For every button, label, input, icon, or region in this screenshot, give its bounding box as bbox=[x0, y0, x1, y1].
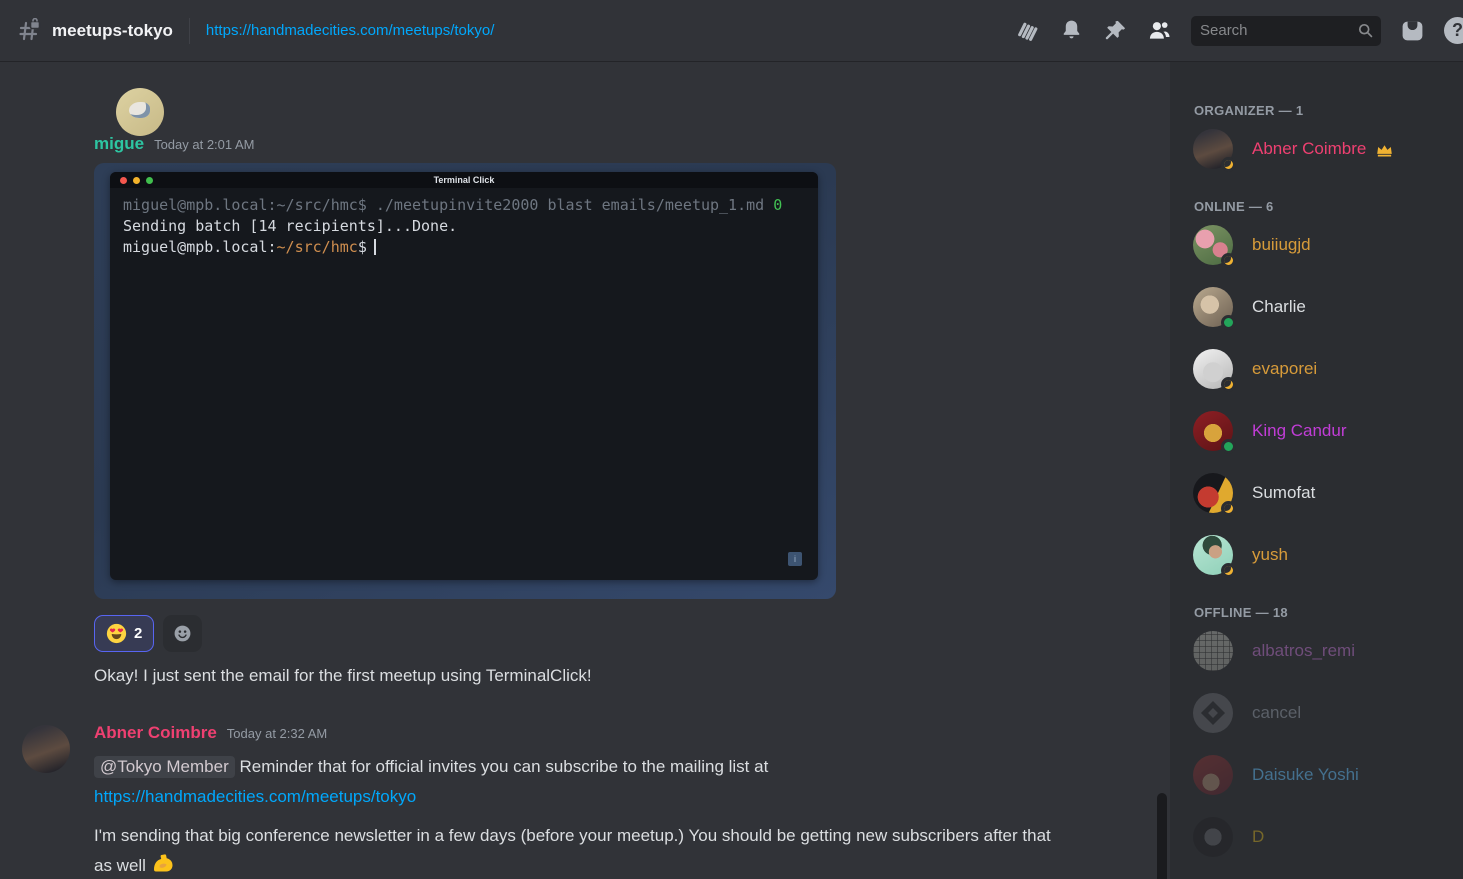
status-idle-icon bbox=[1221, 377, 1236, 392]
avatar bbox=[1193, 693, 1233, 733]
terminal-screenshot-attachment[interactable]: Terminal Click miguel@mpb.local:~/src/hm… bbox=[94, 163, 836, 599]
members-icon[interactable] bbox=[1147, 18, 1172, 43]
reactions-row: 2 bbox=[94, 615, 1170, 652]
author-name[interactable]: migue bbox=[94, 134, 144, 154]
status-idle-icon bbox=[1221, 563, 1236, 578]
add-reaction-smiley-icon bbox=[173, 624, 192, 643]
status-online-icon bbox=[1221, 315, 1236, 330]
chat-scrollbar-thumb[interactable] bbox=[1157, 793, 1167, 879]
section-online: ONLINE — 6 bbox=[1194, 199, 1455, 214]
member-row-daisuke-yoshi[interactable]: Daisuke Yoshi bbox=[1193, 753, 1455, 797]
avatar-abner-coimbre[interactable] bbox=[22, 725, 70, 773]
message-timestamp: Today at 2:32 AM bbox=[227, 726, 327, 741]
topbar-actions: Search ? bbox=[1015, 16, 1463, 46]
chat-messages-area: migue Today at 2:01 AM Terminal Click mi… bbox=[0, 62, 1170, 879]
channel-name: meetups-tokyo bbox=[52, 21, 173, 41]
flexed-biceps-emoji bbox=[151, 852, 175, 876]
terminal-line-1: miguel@mpb.local:~/src/hmc$ ./meetupinvi… bbox=[123, 196, 773, 214]
message-timestamp: Today at 2:01 AM bbox=[154, 137, 254, 152]
avatar bbox=[1193, 755, 1233, 795]
section-organizer: ORGANIZER — 1 bbox=[1194, 103, 1455, 118]
bell-icon[interactable] bbox=[1059, 18, 1084, 43]
inbox-icon[interactable] bbox=[1400, 18, 1425, 43]
message-line-2: I'm sending that big conference newslett… bbox=[94, 821, 1069, 879]
terminal-output: miguel@mpb.local:~/src/hmc$ ./meetupinvi… bbox=[110, 188, 818, 265]
hash-lock-icon bbox=[16, 18, 42, 44]
terminal-window: Terminal Click miguel@mpb.local:~/src/hm… bbox=[110, 172, 818, 580]
search-icon bbox=[1357, 22, 1374, 39]
topbar-divider bbox=[189, 18, 190, 44]
member-row-buiiugjd[interactable]: buiiugjd bbox=[1193, 223, 1455, 267]
terminal-resize-chip: i bbox=[788, 552, 802, 566]
member-row-sumofat[interactable]: Sumofat bbox=[1193, 471, 1455, 515]
message-migue: migue Today at 2:01 AM Terminal Click mi… bbox=[0, 86, 1170, 691]
add-reaction-button[interactable] bbox=[163, 615, 202, 652]
member-row-king-candur[interactable]: King Candur bbox=[1193, 409, 1455, 453]
member-row-albatros-remi[interactable]: albatros_remi bbox=[1193, 629, 1455, 673]
message-line-1: @Tokyo Member Reminder that for official… bbox=[94, 752, 1069, 812]
author-name[interactable]: Abner Coimbre bbox=[94, 723, 217, 743]
role-mention[interactable]: @Tokyo Member bbox=[94, 756, 235, 778]
member-row-yush[interactable]: yush bbox=[1193, 533, 1455, 577]
heart-eyes-emoji bbox=[106, 623, 127, 644]
channel-topic-link[interactable]: https://handmadecities.com/meetups/tokyo… bbox=[206, 22, 1003, 39]
terminal-exit-code: 0 bbox=[773, 196, 782, 214]
member-row-charlie[interactable]: Charlie bbox=[1193, 285, 1455, 329]
terminal-cursor bbox=[374, 239, 376, 255]
message-abner: Abner Coimbre Today at 2:32 AM @Tokyo Me… bbox=[0, 723, 1170, 879]
message-link[interactable]: https://handmadecities.com/meetups/tokyo bbox=[94, 787, 416, 806]
reaction-count: 2 bbox=[134, 625, 142, 642]
member-list-sidebar: ORGANIZER — 1 Abner Coimbre ONLINE — 6 b… bbox=[1170, 62, 1463, 879]
crown-icon bbox=[1375, 140, 1394, 159]
terminal-line-2: Sending batch [14 recipients]...Done. bbox=[123, 217, 457, 235]
message-text: Okay! I just sent the email for the firs… bbox=[94, 661, 1069, 691]
avatar-migue[interactable] bbox=[116, 88, 164, 136]
search-input[interactable]: Search bbox=[1191, 16, 1381, 46]
threads-icon[interactable] bbox=[1015, 18, 1040, 43]
terminal-titlebar: Terminal Click bbox=[110, 172, 818, 188]
channel-topbar: meetups-tokyo https://handmadecities.com… bbox=[0, 0, 1463, 62]
status-idle-icon bbox=[1221, 501, 1236, 516]
avatar bbox=[1193, 631, 1233, 671]
member-row-abner[interactable]: Abner Coimbre bbox=[1193, 127, 1455, 171]
status-idle-icon bbox=[1221, 253, 1236, 268]
search-placeholder: Search bbox=[1200, 22, 1357, 39]
avatar bbox=[1193, 817, 1233, 857]
member-row-evaporei[interactable]: evaporei bbox=[1193, 347, 1455, 391]
help-icon[interactable]: ? bbox=[1444, 17, 1463, 44]
member-row-cancel[interactable]: cancel bbox=[1193, 691, 1455, 735]
terminal-title: Terminal Click bbox=[110, 175, 818, 185]
status-idle-icon bbox=[1221, 157, 1236, 172]
reaction-heart-eyes[interactable]: 2 bbox=[94, 615, 154, 652]
status-online-icon bbox=[1221, 439, 1236, 454]
section-offline: OFFLINE — 18 bbox=[1194, 605, 1455, 620]
member-row-partial[interactable]: D bbox=[1193, 815, 1455, 859]
pin-icon[interactable] bbox=[1103, 18, 1128, 43]
